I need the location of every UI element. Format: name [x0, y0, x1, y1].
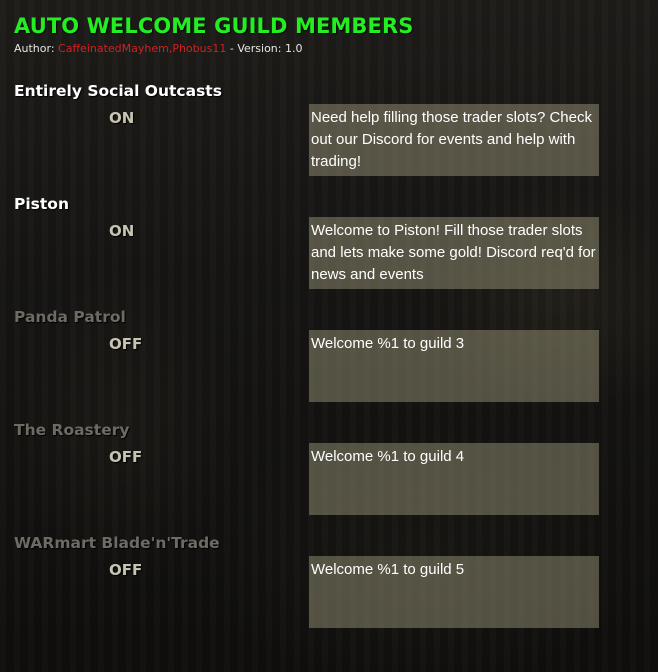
guild-toggle[interactable]: OFF — [109, 334, 142, 354]
welcome-message-field[interactable]: Welcome to Piston! Fill those trader slo… — [309, 217, 599, 289]
guild-toggle[interactable]: ON — [109, 221, 134, 241]
welcome-message-field[interactable]: Welcome %1 to guild 4 — [309, 443, 599, 515]
guild-toggle[interactable]: OFF — [109, 447, 142, 467]
guild-toggle[interactable]: OFF — [109, 560, 142, 580]
guild-toggle[interactable]: ON — [109, 108, 134, 128]
guild-row-2: Piston ON Welcome to Piston! Fill those … — [0, 194, 658, 307]
guild-name: Piston — [14, 195, 69, 213]
guild-name: Panda Patrol — [14, 308, 126, 326]
guild-name: The Roastery — [14, 421, 130, 439]
author-names: CaffeinatedMayhem,Phobus11 — [58, 42, 227, 55]
guild-row-5: WARmart Blade'n'Trade OFF Welcome %1 to … — [0, 533, 658, 646]
addon-header: AUTO WELCOME GUILD MEMBERS Author: Caffe… — [14, 13, 413, 56]
author-prefix: Author: — [14, 42, 59, 55]
guild-name: Entirely Social Outcasts — [14, 82, 222, 100]
guild-row-3: Panda Patrol OFF Welcome %1 to guild 3 — [0, 307, 658, 420]
guild-name: WARmart Blade'n'Trade — [14, 534, 220, 552]
guild-row-4: The Roastery OFF Welcome %1 to guild 4 — [0, 420, 658, 533]
welcome-message-field[interactable]: Need help filling those trader slots? Ch… — [309, 104, 599, 176]
welcome-message-field[interactable]: Welcome %1 to guild 3 — [309, 330, 599, 402]
version-label: - Version: 1.0 — [226, 42, 303, 55]
page-title: AUTO WELCOME GUILD MEMBERS — [14, 14, 414, 38]
guild-row-1: Entirely Social Outcasts ON Need help fi… — [0, 81, 658, 194]
welcome-message-field[interactable]: Welcome %1 to guild 5 — [309, 556, 599, 628]
author-line: Author: CaffeinatedMayhem,Phobus11 - Ver… — [14, 42, 413, 56]
